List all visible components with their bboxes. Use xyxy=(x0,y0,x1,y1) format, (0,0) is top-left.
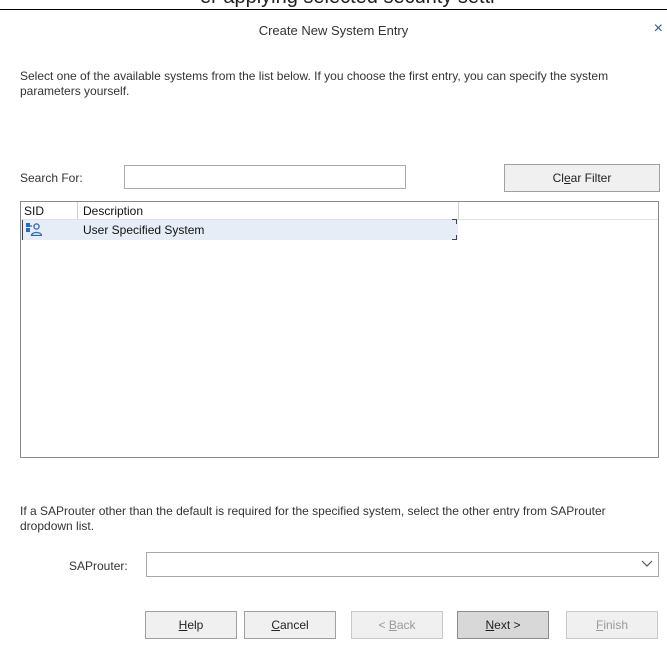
column-header-sid[interactable]: SID xyxy=(24,204,44,218)
cancel-label: ancel xyxy=(279,618,309,632)
clipped-header-text: er applying selected security setti xyxy=(200,0,495,9)
clear-filter-label-post: ar Filter xyxy=(570,171,612,185)
clear-filter-mnemonic: e xyxy=(563,171,571,185)
focus-bracket xyxy=(22,220,27,240)
back-mnemonic: B xyxy=(388,618,397,632)
next-mnemonic: N xyxy=(485,618,495,632)
help-label: elp xyxy=(187,618,204,632)
next-label: ext > xyxy=(494,618,521,632)
search-label: Search For: xyxy=(20,171,83,185)
intro-text: Select one of the available systems from… xyxy=(20,69,609,98)
table-header: SID Description xyxy=(21,202,658,220)
table-row[interactable]: User Specified System xyxy=(21,220,458,240)
row-description: User Specified System xyxy=(83,223,205,237)
close-icon[interactable]: × xyxy=(654,20,663,38)
user-system-icon xyxy=(26,223,42,236)
back-button[interactable]: < Back xyxy=(351,611,443,639)
saprouter-label: SAProuter: xyxy=(69,559,128,573)
column-divider[interactable] xyxy=(458,202,459,219)
finish-label: inish xyxy=(603,618,629,632)
chevron-down-icon xyxy=(641,560,653,567)
saprouter-note: If a SAProuter other than the default is… xyxy=(20,504,606,533)
column-header-description[interactable]: Description xyxy=(83,204,143,218)
help-button[interactable]: Help xyxy=(145,611,237,639)
clipped-page-header: er applying selected security setti xyxy=(0,0,667,10)
back-label-pre: < xyxy=(378,618,389,632)
systems-table[interactable]: SID Description User Specified System xyxy=(20,201,659,458)
next-button[interactable]: Next > xyxy=(457,611,549,639)
clear-filter-label-pre: Cl xyxy=(552,171,564,185)
header-divider xyxy=(0,9,667,10)
column-divider[interactable] xyxy=(77,202,78,219)
cancel-mnemonic: C xyxy=(271,618,280,632)
search-input[interactable] xyxy=(124,165,406,189)
cancel-button[interactable]: Cancel xyxy=(244,611,336,639)
focus-bracket xyxy=(452,235,457,240)
dialog-title: Create New System Entry xyxy=(258,23,409,38)
back-label: ack xyxy=(396,618,416,632)
finish-button[interactable]: Finish xyxy=(566,611,658,639)
focus-bracket xyxy=(452,219,457,224)
clear-filter-button[interactable]: Clear Filter xyxy=(504,164,660,192)
saprouter-dropdown[interactable] xyxy=(146,552,659,577)
